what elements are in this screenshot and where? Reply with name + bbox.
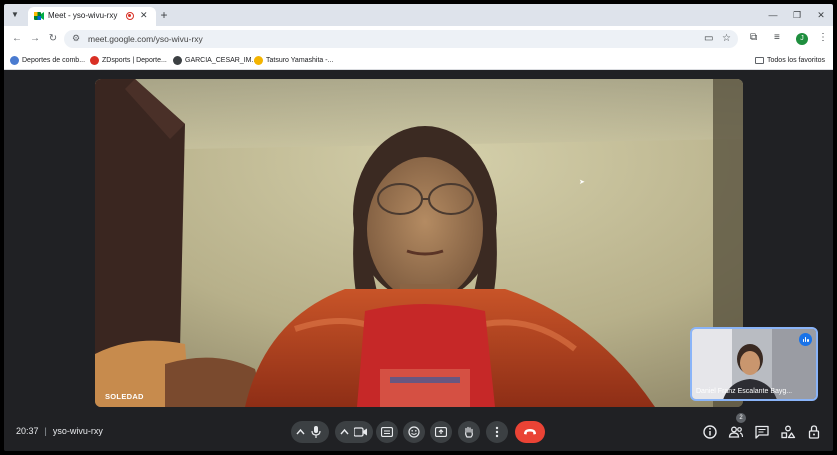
mouse-cursor-icon: ➤ [579, 179, 585, 186]
site-info-icon[interactable]: ⚙ [72, 33, 80, 44]
bookmark-favicon-icon [90, 55, 99, 65]
url-text[interactable]: meet.google.com/yso-wivu-rxy [88, 34, 203, 44]
people-icon[interactable] [728, 424, 744, 440]
present-icon [435, 427, 447, 437]
bookmark-label: Deportes de comb... [22, 57, 86, 64]
bookmark-star-icon[interactable]: ☆ [722, 33, 731, 44]
bookmark-item[interactable]: GARCIA_CESAR_IM... [173, 55, 257, 67]
recording-icon [126, 12, 134, 20]
browser-window: ▼ Meet - yso-wivu-rxy ✕ + — ❐ ✕ ← → ↻ ⚙ … [4, 4, 833, 451]
chat-icon[interactable] [754, 424, 770, 440]
separator: | [44, 426, 47, 436]
tab-meet[interactable]: Meet - yso-wivu-rxy ✕ [28, 7, 156, 26]
mic-control-group [291, 421, 329, 443]
speaker-name-label: SOLEDAD [105, 392, 144, 401]
speaking-indicator-icon [799, 333, 812, 346]
bookmark-item[interactable]: ZDsports | Deporte... [90, 55, 167, 67]
bookmarks-bar: Deportes de comb... ZDsports | Deporte..… [4, 52, 833, 70]
camera-control-group [335, 421, 373, 443]
tab-strip: ▼ Meet - yso-wivu-rxy ✕ + — ❐ ✕ [4, 4, 833, 26]
bookmark-item[interactable]: Deportes de comb... [10, 55, 85, 67]
self-video-tile[interactable]: Daniel Franz Escalante Bayg... [690, 327, 818, 401]
activities-icon[interactable] [780, 424, 796, 440]
bookmark-label: Tatsuro Yamashita -... [266, 57, 334, 64]
meeting-info: 20:37 | yso-wivu-rxy [16, 426, 103, 436]
meeting-time: 20:37 [16, 426, 39, 436]
host-controls-icon[interactable] [806, 424, 822, 440]
info-icon[interactable] [702, 424, 718, 440]
camera-options-chevron-icon[interactable] [340, 427, 349, 437]
back-icon[interactable]: ← [10, 32, 24, 46]
bookmark-label: GARCIA_CESAR_IM... [185, 57, 258, 64]
meet-favicon-icon [34, 12, 44, 20]
participant-count-badge: 2 [736, 413, 746, 423]
reload-icon[interactable]: ↻ [46, 32, 60, 46]
more-options-button[interactable] [486, 421, 508, 443]
bookmark-favicon-icon [10, 55, 19, 65]
tab-title: Meet - yso-wivu-rxy [48, 11, 118, 20]
meeting-controls-bar: 20:37 | yso-wivu-rxy 2 [4, 413, 833, 451]
emoji-button[interactable] [403, 421, 425, 443]
tab-search-icon[interactable]: ▼ [8, 8, 22, 22]
new-tab-button[interactable]: + [156, 7, 172, 23]
bookmark-item[interactable]: Tatsuro Yamashita -... [254, 55, 333, 67]
close-tab-icon[interactable]: ✕ [140, 10, 148, 21]
address-bar[interactable]: ⚙ meet.google.com/yso-wivu-rxy ▭ ☆ [64, 30, 738, 48]
forward-icon[interactable]: → [28, 32, 42, 46]
profile-avatar[interactable]: J [796, 33, 808, 45]
extensions-icon[interactable]: ⧉ [750, 32, 757, 43]
camera-icon[interactable] [354, 427, 367, 437]
bookmark-favicon-icon [254, 55, 263, 65]
mic-icon[interactable] [311, 426, 321, 438]
captions-icon [381, 427, 393, 437]
raise-hand-button[interactable] [458, 421, 480, 443]
raise-hand-icon [465, 426, 473, 438]
present-button[interactable] [430, 421, 452, 443]
main-video-tile[interactable]: ➤ SOLEDAD [95, 79, 743, 407]
more-vert-icon [495, 426, 499, 438]
all-bookmarks-label: Todos los favoritos [767, 57, 825, 64]
self-name-label: Daniel Franz Escalante Bayg... [696, 388, 793, 395]
all-bookmarks[interactable]: Todos los favoritos [755, 55, 825, 67]
camera-in-use-icon[interactable]: ▭ [704, 33, 713, 44]
media-controls-icon[interactable]: ≡ [774, 32, 780, 43]
maximize-icon[interactable]: ❐ [790, 8, 804, 22]
leave-call-button[interactable] [515, 421, 545, 443]
call-end-icon [524, 429, 536, 435]
menu-dots-icon[interactable]: ⋮ [818, 32, 828, 43]
bookmark-favicon-icon [173, 55, 182, 65]
folder-icon [755, 56, 765, 64]
participant-video [95, 79, 743, 407]
mic-options-chevron-icon[interactable] [296, 427, 305, 437]
meet-stage: ➤ SOLEDAD Daniel Franz Escalante Bayg...… [4, 71, 833, 451]
bookmark-label: ZDsports | Deporte... [102, 57, 167, 64]
close-window-icon[interactable]: ✕ [814, 8, 828, 22]
emoji-icon [408, 426, 420, 438]
meeting-code: yso-wivu-rxy [52, 426, 103, 436]
browser-toolbar: ← → ↻ ⚙ meet.google.com/yso-wivu-rxy ▭ ☆… [4, 26, 833, 52]
captions-button[interactable] [376, 421, 398, 443]
minimize-icon[interactable]: — [766, 8, 780, 22]
